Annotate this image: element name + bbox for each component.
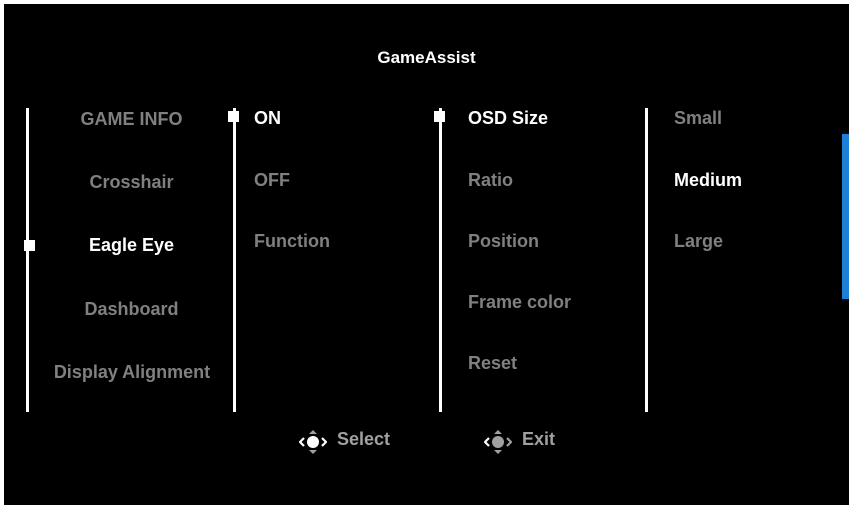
option-function[interactable]: Function xyxy=(254,231,330,252)
joystick-select-icon xyxy=(299,430,327,454)
menu-item-eagle-eye[interactable]: Eagle Eye xyxy=(28,234,235,256)
size-medium[interactable]: Medium xyxy=(674,170,742,191)
setting-position[interactable]: Position xyxy=(468,231,539,252)
col1-divider xyxy=(26,108,29,412)
select-hint: Select xyxy=(337,429,391,449)
menu-item-crosshair[interactable]: Crosshair xyxy=(28,171,235,193)
col2-divider xyxy=(233,108,236,412)
menu-title: GameAssist xyxy=(377,48,476,67)
joystick-exit-icon xyxy=(484,430,512,454)
osd-menu: GameAssist GAME INFO Crosshair Eagle Eye… xyxy=(4,4,849,505)
setting-osd-size[interactable]: OSD Size xyxy=(468,108,548,129)
exit-hint: Exit xyxy=(522,429,556,449)
setting-ratio[interactable]: Ratio xyxy=(468,170,513,191)
setting-frame-color[interactable]: Frame color xyxy=(468,292,571,313)
col3-divider xyxy=(439,108,442,412)
scroll-indicator xyxy=(842,134,849,299)
size-small[interactable]: Small xyxy=(674,108,722,129)
option-off[interactable]: OFF xyxy=(254,170,290,191)
menu-item-display-alignment[interactable]: Display Alignment xyxy=(52,361,212,383)
setting-reset[interactable]: Reset xyxy=(468,353,517,374)
size-large[interactable]: Large xyxy=(674,231,723,252)
col4-divider xyxy=(645,108,648,412)
col3-selection-marker xyxy=(434,111,445,122)
option-on[interactable]: ON xyxy=(254,108,281,129)
menu-item-dashboard[interactable]: Dashboard xyxy=(28,298,235,320)
col2-selection-marker xyxy=(228,111,239,122)
menu-item-game-info[interactable]: GAME INFO xyxy=(28,108,235,130)
